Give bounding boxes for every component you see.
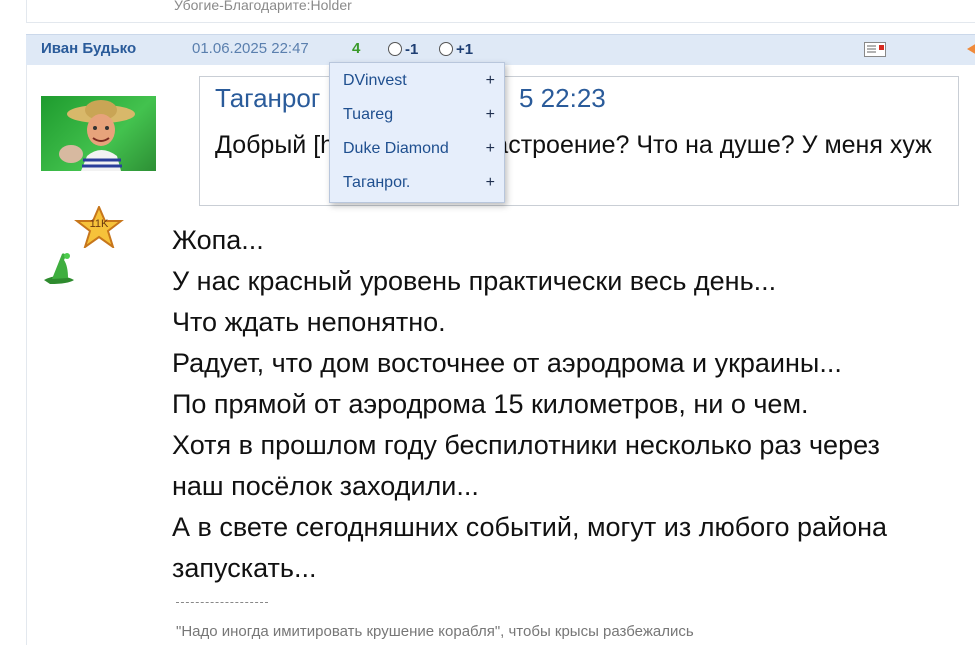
- vote-minus-label: -1: [405, 40, 419, 58]
- plus-icon[interactable]: +: [486, 72, 495, 90]
- avatar[interactable]: [41, 96, 156, 171]
- vote-minus-radio[interactable]: [388, 42, 402, 56]
- message-line: У нас красный уровень практически весь д…: [172, 266, 777, 296]
- message-line: А в свете сегодняшних событий, могут из …: [172, 512, 888, 542]
- mail-icon[interactable]: [864, 42, 886, 57]
- wizard-hat-icon: [44, 253, 74, 284]
- plus-icon[interactable]: +: [486, 106, 495, 124]
- dropdown-item-name: Tuareg: [343, 106, 394, 123]
- plus-icon[interactable]: +: [486, 174, 495, 192]
- vote-minus-button[interactable]: -1: [388, 40, 418, 58]
- dropdown-item-taganrog[interactable]: Таганрог. +: [343, 170, 495, 196]
- quote-author[interactable]: Таганрог: [215, 83, 320, 114]
- previous-post-signature: Убогие-Благодарите:Holder: [174, 0, 352, 13]
- vote-plus-button[interactable]: +1: [439, 40, 473, 58]
- message-line: Хотя в прошлом году беспилотники несколь…: [172, 430, 880, 460]
- avatar-image: [59, 100, 135, 171]
- quote-text: Добрый [hidden] какое настроение? Что на…: [215, 131, 932, 159]
- message-line: запускать...: [172, 553, 317, 583]
- quote-time: 5 22:23: [519, 83, 606, 113]
- previous-post: [26, 0, 975, 23]
- post-author[interactable]: Иван Будько: [41, 40, 136, 57]
- rating-voters-dropdown: DVinvest + Tuareg + Duke Diamond + Таган…: [329, 62, 505, 203]
- dropdown-item-tuareg[interactable]: Tuareg +: [343, 102, 495, 128]
- message-line: Жопа...: [172, 225, 264, 255]
- post-date: 01.06.2025 22:47: [192, 40, 309, 57]
- arrow-left-icon[interactable]: [967, 43, 975, 55]
- signature-separator: [176, 602, 268, 603]
- post-rating[interactable]: 4: [352, 40, 360, 57]
- dropdown-item-name: Duke Diamond: [343, 140, 449, 157]
- star-badge-icon: 11K: [74, 204, 124, 250]
- message-line: Радует, что дом восточнее от аэродрома и…: [172, 348, 842, 378]
- star-badge-label: 11K: [90, 218, 109, 230]
- dropdown-item-name: DVinvest: [343, 72, 407, 89]
- post-header: [26, 34, 975, 65]
- message-line: наш посёлок заходили...: [172, 471, 479, 501]
- plus-icon[interactable]: +: [486, 140, 495, 158]
- message-line: По прямой от аэродрома 15 километров, ни…: [172, 389, 809, 419]
- vote-plus-radio[interactable]: [439, 42, 453, 56]
- dropdown-item-duke-diamond[interactable]: Duke Diamond +: [343, 136, 495, 162]
- vote-plus-label: +1: [456, 40, 474, 58]
- post-signature: "Надо иногда имитировать крушение корабл…: [176, 623, 694, 640]
- reputation-star-badge: 11K: [74, 204, 124, 250]
- message-line: Что ждать непонятно.: [172, 307, 446, 337]
- dropdown-item-dvinvest[interactable]: DVinvest +: [343, 68, 495, 94]
- dropdown-item-name: Таганрог.: [343, 174, 411, 191]
- post-message: Жопа... У нас красный уровень практическ…: [172, 220, 972, 589]
